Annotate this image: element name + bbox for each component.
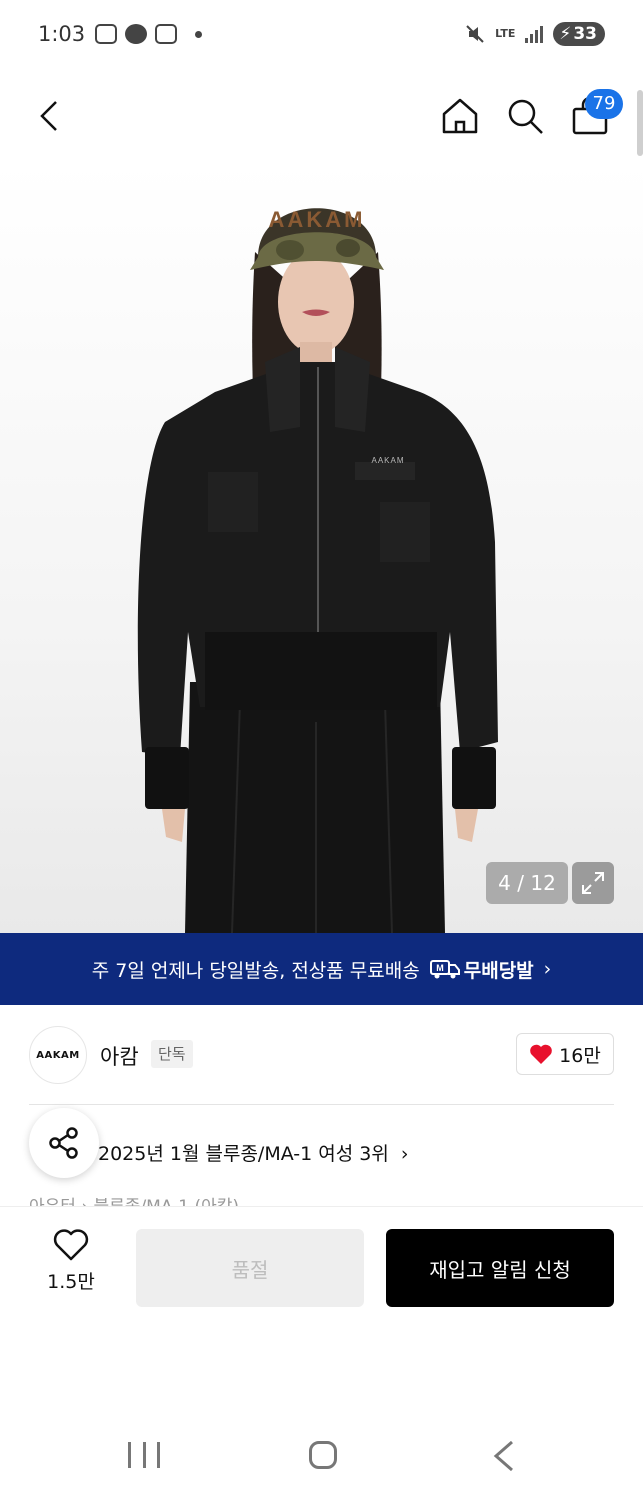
wishlist-count: 1.5만 [47, 1271, 95, 1293]
brand-like-count: 16만 [559, 1044, 601, 1067]
system-nav-bar [0, 1410, 643, 1500]
ranking-chevron-icon: › [400, 1143, 409, 1165]
heart-icon [53, 1229, 89, 1261]
bottom-action-bar: 1.5만 품절 재입고 알림 신청 [0, 1206, 643, 1316]
image-counter: 4 / 12 [486, 862, 568, 904]
share-button[interactable] [29, 1108, 99, 1178]
back-icon[interactable] [30, 96, 70, 136]
brand-row: AAKAM 아캄 단독 16만 [0, 1005, 643, 1105]
system-status: LTE ⚡ 33 [465, 22, 605, 46]
home-nav-icon[interactable] [309, 1441, 337, 1469]
search-icon[interactable] [505, 96, 545, 136]
home-icon[interactable] [440, 96, 480, 136]
exclusive-tag: 단독 [151, 1040, 193, 1068]
svg-text:M: M [436, 963, 444, 973]
more-notifications-icon [195, 30, 202, 38]
shipping-banner-text: 주 7일 언제나 당일발송, 전상품 무료배송 [91, 959, 420, 982]
jacket-logo: AAKAM [371, 456, 404, 465]
instagram-notification-icon [155, 24, 177, 44]
banner-chevron-icon: › [543, 958, 552, 980]
status-time: 1:03 [38, 22, 86, 46]
chat-notification-icon [125, 24, 147, 44]
brand-name[interactable]: 아캄 [100, 1041, 139, 1071]
brand-like-button[interactable]: 16만 [516, 1033, 614, 1075]
cap-logo: AAKAM [269, 207, 366, 232]
battery-level: 33 [573, 24, 597, 44]
soldout-button[interactable]: 품절 [136, 1229, 364, 1307]
wishlist-button[interactable]: 1.5만 [36, 1229, 106, 1294]
divider [29, 1104, 614, 1105]
mute-icon [466, 25, 484, 43]
truck-icon: M [429, 960, 460, 979]
charging-icon: ⚡ [559, 24, 572, 44]
app-header [0, 72, 643, 162]
product-photo: AAKAM AAKAM [137, 207, 498, 933]
shipping-banner[interactable]: 주 7일 언제나 당일발송, 전상품 무료배송 M 무배당발 › [0, 933, 643, 1005]
expand-icon[interactable] [572, 862, 614, 904]
free-shipping-badge-label: 무배당발 [463, 959, 534, 982]
cart-count-badge: 79 [585, 89, 623, 119]
scrollbar[interactable] [637, 90, 643, 156]
free-shipping-badge: M 무배당발 [429, 956, 534, 983]
status-bar: 1:03 LTE ⚡ 33 [0, 0, 643, 72]
share-icon [49, 1127, 78, 1159]
network-type: LTE [495, 27, 516, 40]
recent-apps-icon[interactable] [128, 1442, 160, 1468]
restock-alert-button[interactable]: 재입고 알림 신청 [386, 1229, 614, 1307]
signal-icon [525, 25, 544, 43]
brand-logo[interactable]: AAKAM [29, 1026, 87, 1084]
ranking-text: 2025년 1월 블루종/MA-1 여성 3위 [98, 1143, 389, 1165]
gallery-notification-icon [95, 24, 117, 44]
notification-icons [95, 24, 202, 44]
battery-indicator: ⚡ 33 [553, 22, 605, 46]
product-image-carousel[interactable]: AAKAM AAKAM [0, 162, 643, 933]
back-nav-icon[interactable] [490, 1440, 518, 1472]
heart-filled-icon [530, 1044, 552, 1064]
